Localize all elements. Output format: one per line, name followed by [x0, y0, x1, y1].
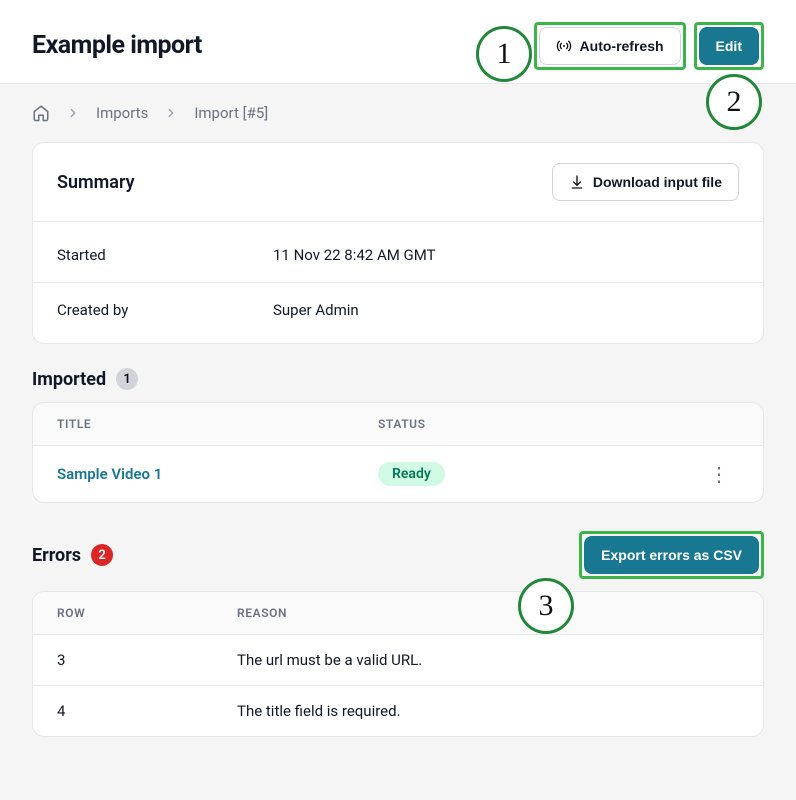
imported-title: Imported	[32, 369, 106, 390]
download-input-button[interactable]: Download input file	[552, 163, 739, 201]
summary-row-started: Started 11 Nov 22 8:42 AM GMT	[33, 228, 763, 282]
imported-section-head: Imported 1	[32, 368, 764, 390]
errors-col-row: ROW	[57, 606, 237, 620]
broadcast-icon	[556, 38, 572, 54]
edit-label: Edit	[716, 38, 742, 54]
auto-refresh-button[interactable]: Auto-refresh	[539, 27, 681, 65]
highlight-edit: Edit	[694, 22, 764, 70]
imported-count-badge: 1	[116, 368, 138, 390]
annotation-marker-1: 1	[476, 26, 532, 82]
started-label: Started	[57, 246, 273, 264]
error-row-number: 3	[57, 651, 237, 669]
errors-table: ROW REASON 3 The url must be a valid URL…	[32, 591, 764, 737]
breadcrumb: Imports Import [#5]	[32, 84, 764, 142]
summary-row-createdby: Created by Super Admin	[33, 282, 763, 337]
annotation-marker-2: 2	[706, 74, 762, 130]
download-icon	[569, 174, 585, 190]
breadcrumb-imports[interactable]: Imports	[96, 104, 148, 122]
summary-title: Summary	[57, 172, 135, 193]
imported-col-title: TITLE	[57, 417, 378, 431]
highlight-auto-refresh: Auto-refresh	[534, 22, 686, 70]
imported-table: TITLE STATUS Sample Video 1 Ready ⋮	[32, 402, 764, 503]
errors-col-reason: REASON	[237, 606, 739, 620]
top-actions: Auto-refresh Edit	[534, 22, 764, 70]
createdby-value: Super Admin	[273, 301, 359, 319]
highlight-export-errors: Export errors as CSV	[579, 531, 764, 579]
chevron-right-icon	[66, 106, 80, 120]
errors-title: Errors	[32, 545, 81, 566]
errors-count-badge: 2	[91, 544, 113, 566]
table-row: Sample Video 1 Ready ⋮	[33, 446, 763, 502]
error-reason: The title field is required.	[237, 702, 739, 720]
table-row: 4 The title field is required.	[33, 686, 763, 736]
export-errors-label: Export errors as CSV	[601, 547, 742, 563]
dots-vertical-icon: ⋮	[709, 462, 729, 486]
export-errors-button[interactable]: Export errors as CSV	[584, 536, 759, 574]
auto-refresh-label: Auto-refresh	[580, 38, 664, 54]
page-title: Example import	[32, 31, 202, 60]
home-icon[interactable]	[32, 104, 50, 122]
error-row-number: 4	[57, 702, 237, 720]
error-reason: The url must be a valid URL.	[237, 651, 739, 669]
imported-item-title[interactable]: Sample Video 1	[57, 465, 378, 483]
download-input-label: Download input file	[593, 174, 722, 190]
status-badge: Ready	[378, 462, 445, 486]
edit-button[interactable]: Edit	[699, 27, 759, 65]
errors-section-head: Errors 2 Export errors as CSV	[32, 531, 764, 579]
breadcrumb-current: Import [#5]	[194, 104, 268, 122]
annotation-marker-3: 3	[518, 578, 574, 634]
imported-col-status: STATUS	[378, 417, 699, 431]
started-value: 11 Nov 22 8:42 AM GMT	[273, 246, 436, 264]
summary-card: Summary Download input file Started 11 N…	[32, 142, 764, 344]
createdby-label: Created by	[57, 301, 273, 319]
row-actions-menu[interactable]: ⋮	[699, 464, 739, 484]
chevron-right-icon	[164, 106, 178, 120]
table-row: 3 The url must be a valid URL.	[33, 635, 763, 686]
